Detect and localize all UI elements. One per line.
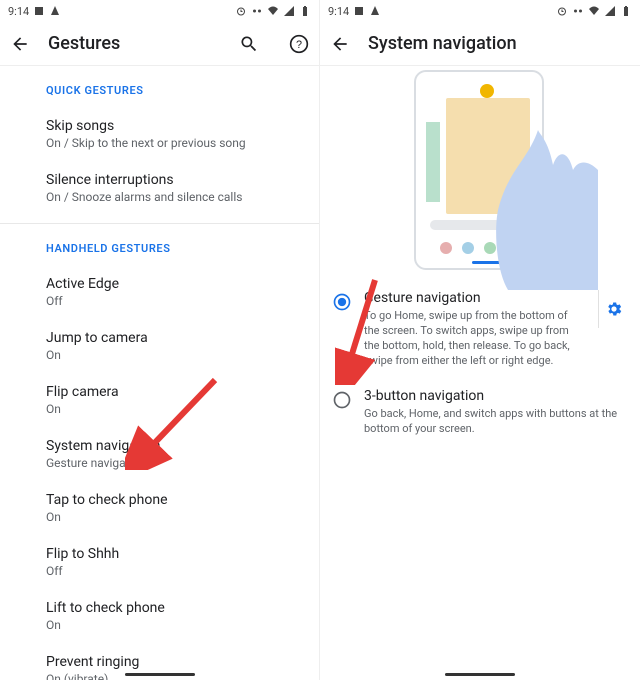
- option-gesture-navigation[interactable]: Gesture navigation To go Home, swipe up …: [320, 280, 640, 378]
- item-subtitle: On / Skip to the next or previous song: [46, 136, 273, 150]
- item-silence-interruptions[interactable]: Silence interruptions On / Snooze alarms…: [0, 161, 319, 215]
- alarm-icon: [235, 5, 247, 17]
- notif-icon: [33, 5, 45, 17]
- illustration: [380, 70, 580, 280]
- item-subtitle: On: [46, 510, 273, 524]
- item-subtitle: On / Snooze alarms and silence calls: [46, 190, 273, 204]
- item-title: Flip camera: [46, 384, 273, 400]
- page-title: Gestures: [48, 33, 209, 54]
- item-title: Skip songs: [46, 118, 273, 134]
- back-icon[interactable]: [10, 34, 30, 54]
- gear-icon[interactable]: [605, 300, 623, 318]
- status-bar: 9:14: [0, 0, 319, 22]
- item-subtitle: Off: [46, 294, 273, 308]
- vpn-icon: [572, 5, 584, 17]
- item-subtitle: Off: [46, 564, 273, 578]
- option-desc: Go back, Home, and switch apps with butt…: [364, 407, 620, 437]
- wifi-icon: [267, 5, 279, 17]
- status-bar: 9:14: [320, 0, 640, 22]
- page-title: System navigation: [368, 33, 630, 54]
- notif-icon: [49, 5, 61, 17]
- option-title: 3-button navigation: [364, 388, 620, 404]
- nav-handle[interactable]: [445, 673, 515, 676]
- item-title: Active Edge: [46, 276, 273, 292]
- status-time: 9:14: [8, 5, 29, 18]
- item-title: Silence interruptions: [46, 172, 273, 188]
- item-title: Flip to Shhh: [46, 546, 273, 562]
- notif-icon: [353, 5, 365, 17]
- item-flip-to-shhh[interactable]: Flip to Shhh Off: [0, 535, 319, 589]
- item-title: Lift to check phone: [46, 600, 273, 616]
- gestures-screen: 9:14 Gestures ? QUICK GESTURES Skip song…: [0, 0, 320, 680]
- item-title: Prevent ringing: [46, 654, 273, 670]
- search-icon[interactable]: [239, 34, 259, 54]
- section-handheld: HANDHELD GESTURES: [0, 224, 319, 265]
- help-icon[interactable]: ?: [289, 34, 309, 54]
- app-bar: Gestures ?: [0, 22, 319, 66]
- section-quick: QUICK GESTURES: [0, 66, 319, 107]
- radio-unselected-icon[interactable]: [332, 390, 352, 410]
- item-tap-to-check[interactable]: Tap to check phone On: [0, 481, 319, 535]
- item-title: Jump to camera: [46, 330, 273, 346]
- alarm-icon: [556, 5, 568, 17]
- option-three-button-navigation[interactable]: 3-button navigation Go back, Home, and s…: [320, 378, 640, 447]
- vpn-icon: [251, 5, 263, 17]
- svg-text:?: ?: [296, 39, 302, 51]
- battery-icon: [620, 5, 632, 17]
- item-subtitle: On: [46, 402, 273, 416]
- signal-icon: [283, 5, 295, 17]
- status-time: 9:14: [328, 5, 349, 18]
- item-subtitle: Gesture navigation: [46, 456, 273, 470]
- option-title: Gesture navigation: [364, 290, 582, 306]
- battery-icon: [299, 5, 311, 17]
- signal-icon: [604, 5, 616, 17]
- wifi-icon: [588, 5, 600, 17]
- item-skip-songs[interactable]: Skip songs On / Skip to the next or prev…: [0, 107, 319, 161]
- radio-selected-icon[interactable]: [332, 292, 352, 312]
- app-bar: System navigation: [320, 22, 640, 66]
- option-desc: To go Home, swipe up from the bottom of …: [364, 309, 582, 368]
- item-system-navigation[interactable]: System navigation Gesture navigation: [0, 427, 319, 481]
- notif-icon: [369, 5, 381, 17]
- item-active-edge[interactable]: Active Edge Off: [0, 265, 319, 319]
- item-flip-camera[interactable]: Flip camera On: [0, 373, 319, 427]
- nav-handle[interactable]: [125, 673, 195, 676]
- item-subtitle: On: [46, 348, 273, 362]
- item-lift-to-check[interactable]: Lift to check phone On: [0, 589, 319, 643]
- settings-list: QUICK GESTURES Skip songs On / Skip to t…: [0, 66, 319, 680]
- system-navigation-screen: 9:14 System navigation: [320, 0, 640, 680]
- item-title: Tap to check phone: [46, 492, 273, 508]
- item-subtitle: On: [46, 618, 273, 632]
- item-title: System navigation: [46, 438, 273, 454]
- item-jump-to-camera[interactable]: Jump to camera On: [0, 319, 319, 373]
- back-icon[interactable]: [330, 34, 350, 54]
